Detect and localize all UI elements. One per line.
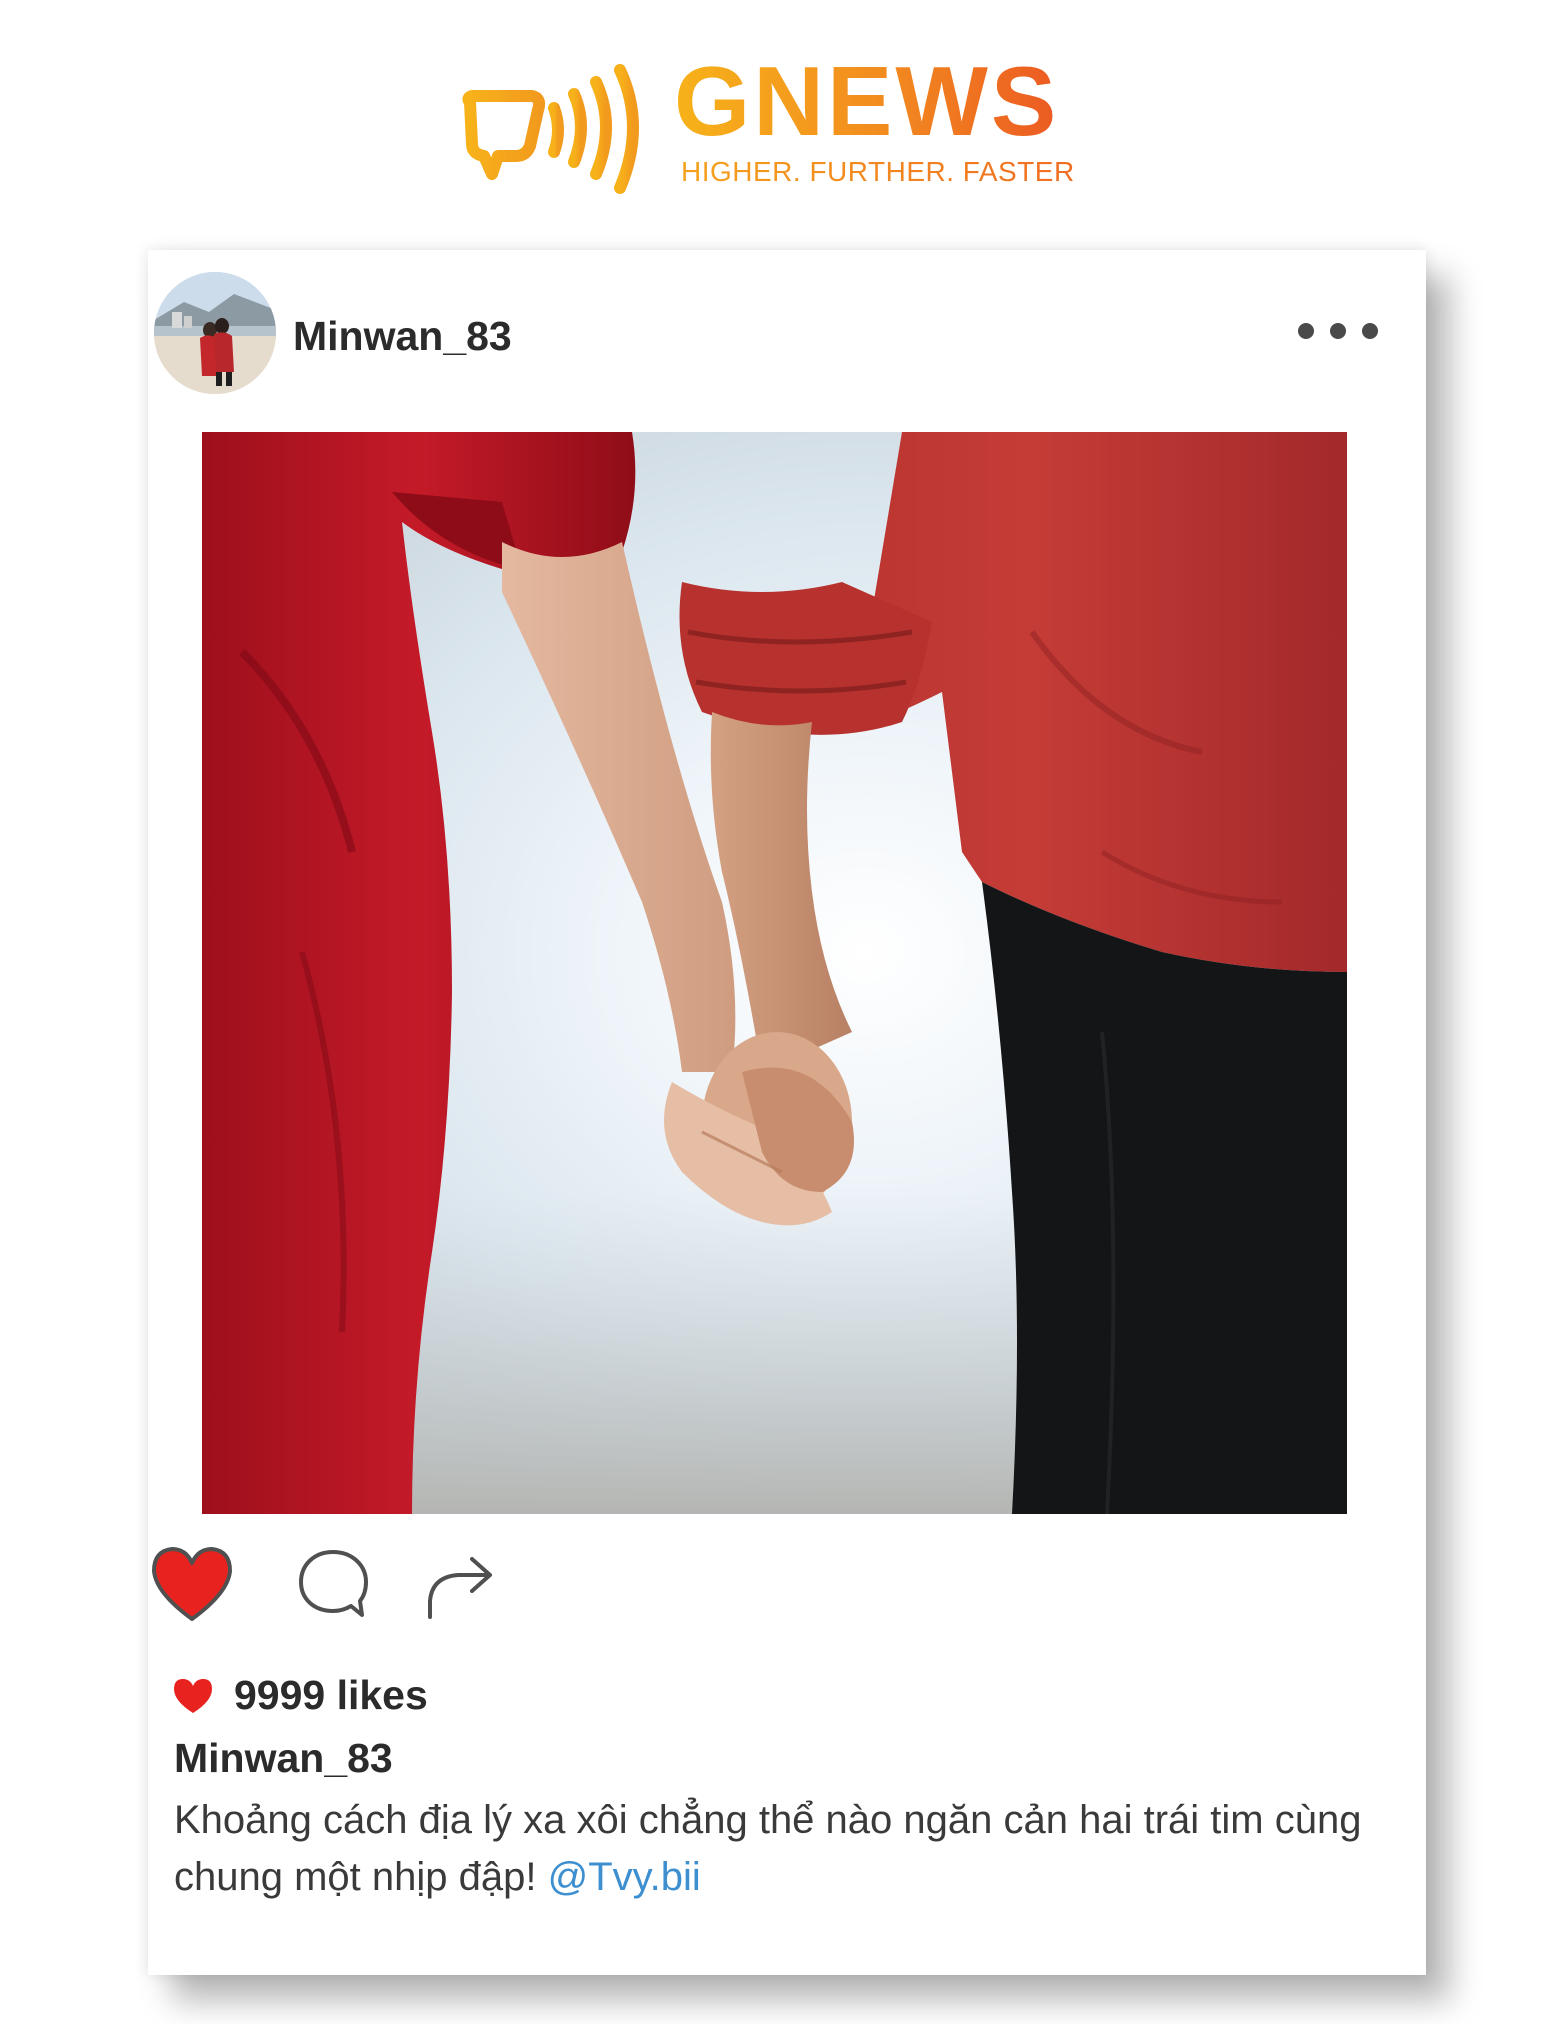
holding-hands-photo[interactable]: [202, 432, 1347, 1514]
sound-wave-speech-bubble-icon: [462, 64, 639, 194]
mention-link[interactable]: @Tvy.bii: [548, 1855, 701, 1899]
comment-bubble-icon[interactable]: [296, 1547, 370, 1621]
photo-illustration: [202, 432, 1347, 1514]
share-arrow-icon[interactable]: [424, 1553, 496, 1619]
heart-icon: [174, 1678, 212, 1713]
caption-text: Khoảng cách địa lý xa xôi chẳng thể nào …: [174, 1798, 1362, 1899]
likes-row: 9999 likes: [172, 1675, 428, 1716]
caption: Khoảng cách địa lý xa xôi chẳng thể nào …: [174, 1792, 1364, 1906]
caption-username[interactable]: Minwan_83: [174, 1738, 393, 1779]
likes-count[interactable]: 9999 likes: [234, 1675, 428, 1716]
gnews-logo: GNEWS HIGHER. FURTHER. FASTER: [462, 52, 1082, 198]
dot: [1362, 323, 1378, 339]
avatar-image: [154, 272, 276, 394]
dot: [1330, 323, 1346, 339]
brand-name: GNEWS: [674, 46, 1060, 156]
brand-slogan: HIGHER. FURTHER. FASTER: [681, 156, 1075, 187]
post-username[interactable]: Minwan_83: [293, 316, 512, 357]
heart-icon[interactable]: [150, 1545, 234, 1623]
post-card: Minwan_83 9999 likes Minwan_83 Khoảng cá…: [148, 250, 1426, 1975]
dot: [1298, 323, 1314, 339]
more-options-dots-icon[interactable]: [1298, 316, 1378, 346]
profile-avatar[interactable]: [154, 272, 276, 394]
